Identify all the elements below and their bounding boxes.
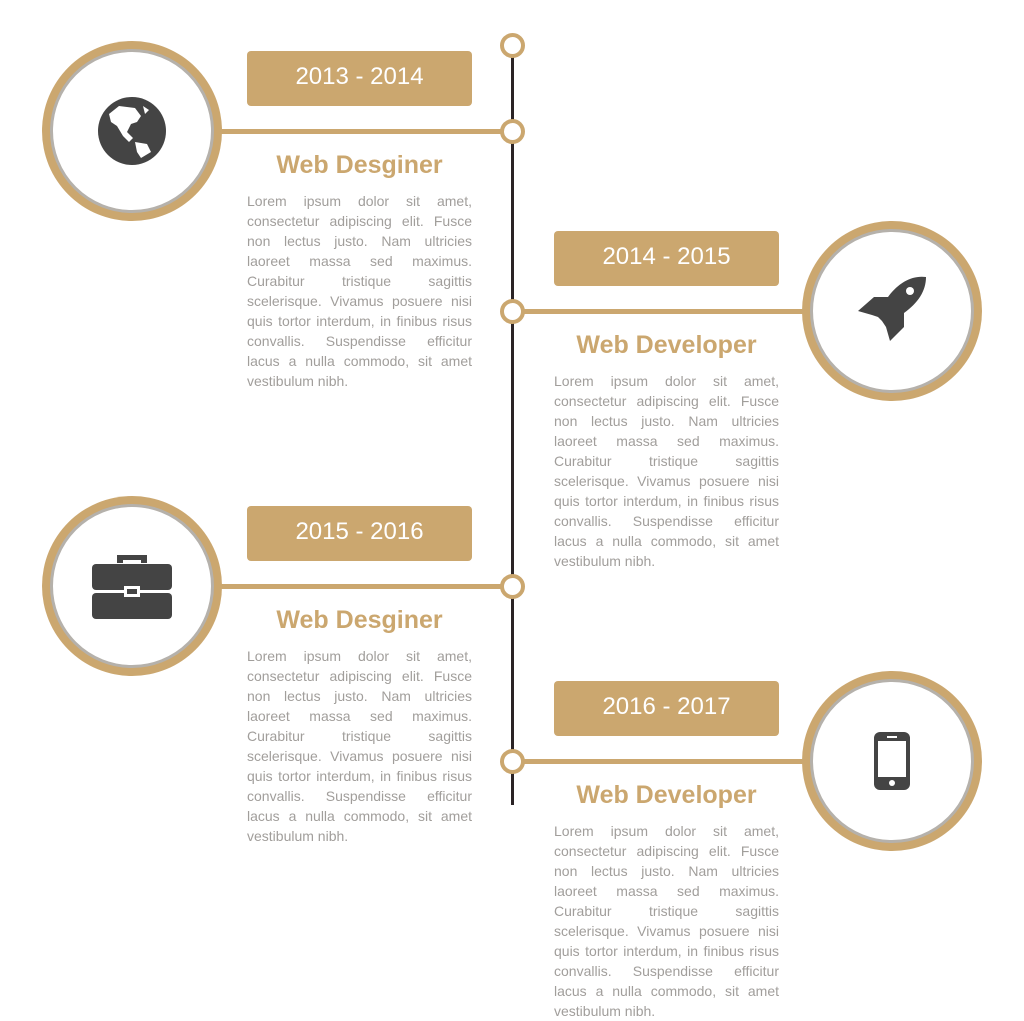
connector bbox=[513, 759, 813, 764]
year-badge: 2016 - 2017 bbox=[554, 681, 779, 736]
connector bbox=[210, 584, 513, 589]
item-title: Web Developer bbox=[576, 331, 757, 359]
briefcase-icon bbox=[92, 555, 172, 619]
year-badge: 2013 - 2014 bbox=[247, 51, 472, 106]
connector bbox=[513, 309, 813, 314]
icon-circle bbox=[42, 496, 222, 676]
timeline-node bbox=[500, 119, 525, 144]
icon-circle bbox=[802, 671, 982, 851]
icon-circle bbox=[42, 41, 222, 221]
icon-circle bbox=[802, 221, 982, 401]
timeline-node bbox=[500, 574, 525, 599]
mobile-phone-icon bbox=[874, 732, 910, 790]
item-title: Web Developer bbox=[576, 781, 757, 809]
connector bbox=[210, 129, 513, 134]
item-title: Web Desginer bbox=[276, 151, 443, 179]
timeline-node bbox=[500, 749, 525, 774]
timeline-item: 2016 - 2017 Web Developer Lorem ipsum do… bbox=[0, 671, 1024, 1019]
item-description: Lorem ipsum dolor sit amet, consectetur … bbox=[554, 823, 779, 1019]
year-badge: 2014 - 2015 bbox=[554, 231, 779, 286]
globe-icon bbox=[98, 97, 166, 165]
year-badge: 2015 - 2016 bbox=[247, 506, 472, 561]
rocket-icon bbox=[858, 276, 926, 341]
timeline-node bbox=[500, 299, 525, 324]
item-title: Web Desginer bbox=[276, 606, 443, 634]
timeline-item: 2013 - 2014 Web Desginer Lorem ipsum dol… bbox=[0, 41, 1024, 389]
timeline-item: 2014 - 2015 Web Developer Lorem ipsum do… bbox=[0, 221, 1024, 569]
